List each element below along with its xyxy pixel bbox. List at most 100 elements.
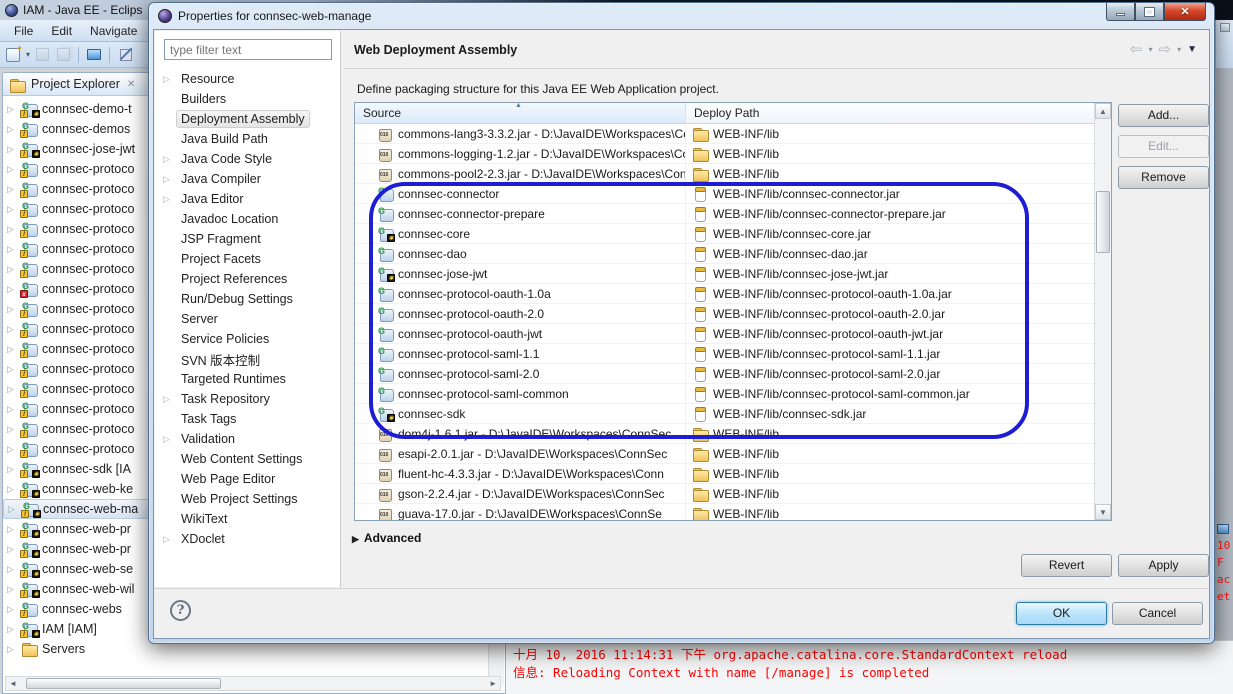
help-button[interactable]: ? (170, 600, 191, 621)
properties-tree-item[interactable]: ▷ Project Facets (157, 249, 339, 269)
assembly-row[interactable]: connsec-protocol-saml-2.0 WEB-INF/lib/co… (355, 364, 1095, 384)
expand-arrow-icon[interactable]: ▷ (7, 144, 17, 155)
expand-arrow-icon[interactable]: ▷ (7, 524, 17, 535)
ok-button[interactable]: OK (1016, 602, 1107, 625)
expand-arrow-icon[interactable]: ▷ (7, 464, 17, 475)
properties-tree-item[interactable]: ▷ SVN 版本控制 (157, 349, 339, 369)
expand-arrow-icon[interactable]: ▷ (7, 184, 17, 195)
expand-arrow-icon[interactable]: ▷ (7, 284, 17, 295)
properties-tree-item[interactable]: ▷ Web Project Settings (157, 489, 339, 509)
expand-arrow-icon[interactable]: ▷ (7, 124, 17, 135)
scrollbar-thumb[interactable] (26, 678, 221, 689)
properties-tree-item[interactable]: ▷ Web Page Editor (157, 469, 339, 489)
expand-arrow-icon[interactable]: ▷ (163, 434, 174, 445)
console-view-icon[interactable] (85, 46, 103, 64)
revert-button[interactable]: Revert (1021, 554, 1112, 577)
expand-arrow-icon[interactable]: ▷ (163, 154, 174, 165)
filter-input[interactable] (164, 39, 332, 60)
expand-arrow-icon[interactable]: ▷ (7, 224, 17, 235)
properties-tree-item[interactable]: ▷ WikiText (157, 509, 339, 529)
expand-arrow-icon[interactable]: ▷ (163, 194, 174, 205)
assembly-row[interactable]: commons-lang3-3.3.2.jar - D:\JavaIDE\Wor… (355, 124, 1095, 144)
assembly-row[interactable]: dom4j-1.6.1.jar - D:\JavaIDE\Workspaces\… (355, 424, 1095, 444)
add-button[interactable]: Add... (1118, 104, 1209, 127)
close-tab-icon[interactable]: ✕ (127, 79, 135, 90)
assembly-row[interactable]: commons-pool2-2.3.jar - D:\JavaIDE\Works… (355, 164, 1095, 184)
column-header-source[interactable]: Source ▲ (355, 103, 686, 123)
properties-tree-item[interactable]: ▷ Deployment Assembly (157, 109, 339, 129)
new-wizard-icon[interactable] (4, 46, 22, 64)
assembly-row[interactable]: connsec-protocol-oauth-1.0a WEB-INF/lib/… (355, 284, 1095, 304)
expand-arrow-icon[interactable]: ▷ (7, 104, 17, 115)
advanced-section[interactable]: ▶Advanced (352, 531, 421, 545)
expand-arrow-icon[interactable]: ▷ (163, 394, 174, 405)
expand-arrow-icon[interactable]: ▷ (7, 384, 17, 395)
expand-arrow-icon[interactable]: ▷ (8, 504, 18, 515)
expand-arrow-icon[interactable]: ▷ (7, 544, 17, 555)
expand-arrow-icon[interactable]: ▷ (7, 244, 17, 255)
scroll-up-icon[interactable]: ▲ (1095, 103, 1111, 119)
assembly-row[interactable]: connsec-jose-jwt WEB-INF/lib/connsec-jos… (355, 264, 1095, 284)
expand-arrow-icon[interactable]: ▷ (7, 164, 17, 175)
scroll-left-icon[interactable]: ◄ (9, 678, 17, 689)
assembly-row[interactable]: connsec-connector WEB-INF/lib/connsec-co… (355, 184, 1095, 204)
cancel-button[interactable]: Cancel (1112, 602, 1203, 625)
properties-tree-item[interactable]: ▷ Task Repository (157, 389, 339, 409)
dialog-titlebar[interactable]: Properties for connsec-web-manage (149, 3, 1214, 29)
expand-arrow-icon[interactable]: ▷ (7, 324, 17, 335)
assembly-row[interactable]: gson-2.2.4.jar - D:\JavaIDE\Workspaces\C… (355, 484, 1095, 504)
expand-arrow-icon[interactable]: ▷ (163, 174, 174, 185)
save-icon[interactable] (33, 46, 51, 64)
properties-tree-item[interactable]: ▷ Java Compiler (157, 169, 339, 189)
explorer-horizontal-scrollbar[interactable]: ◄ ► (5, 676, 501, 691)
assembly-row[interactable]: fluent-hc-4.3.3.jar - D:\JavaIDE\Workspa… (355, 464, 1095, 484)
expand-arrow-icon[interactable]: ▷ (7, 484, 17, 495)
properties-tree-item[interactable]: ▷ Project References (157, 269, 339, 289)
properties-tree-item[interactable]: ▷ Targeted Runtimes (157, 369, 339, 389)
assembly-row[interactable]: connsec-connector-prepare WEB-INF/lib/co… (355, 204, 1095, 224)
properties-tree-item[interactable]: ▷ Validation (157, 429, 339, 449)
remove-button[interactable]: Remove (1118, 166, 1209, 189)
properties-tree-item[interactable]: ▷ Java Editor (157, 189, 339, 209)
expand-arrow-icon[interactable]: ▷ (163, 74, 174, 85)
view-menu-icon[interactable]: ▼ (1187, 44, 1197, 55)
properties-tree-item[interactable]: ▷ Java Code Style (157, 149, 339, 169)
save-all-icon[interactable] (54, 46, 72, 64)
assembly-row[interactable]: connsec-protocol-oauth-jwt WEB-INF/lib/c… (355, 324, 1095, 344)
properties-tree-item[interactable]: ▷ Javadoc Location (157, 209, 339, 229)
column-header-deploy-path[interactable]: Deploy Path (686, 103, 1095, 123)
assembly-row[interactable]: commons-logging-1.2.jar - D:\JavaIDE\Wor… (355, 144, 1095, 164)
close-button[interactable]: ✕ (1164, 3, 1206, 21)
properties-tree-item[interactable]: ▷ Service Policies (157, 329, 339, 349)
maximize-button[interactable] (1135, 3, 1164, 21)
properties-tree-item[interactable]: ▷ XDoclet (157, 529, 339, 549)
back-dropdown-icon[interactable]: ▾ (1148, 45, 1152, 54)
assembly-row[interactable]: connsec-sdk WEB-INF/lib/connsec-sdk.jar (355, 404, 1095, 424)
apply-button[interactable]: Apply (1118, 554, 1209, 577)
table-vertical-scrollbar[interactable]: ▲ ▼ (1094, 103, 1111, 520)
minimize-button[interactable] (1106, 3, 1135, 21)
new-wizard-dropdown-icon[interactable]: ▾ (26, 50, 30, 59)
edit-button[interactable]: Edit... (1118, 135, 1209, 158)
properties-tree-item[interactable]: ▷ Java Build Path (157, 129, 339, 149)
expand-arrow-icon[interactable]: ▷ (7, 624, 17, 635)
assembly-row[interactable]: connsec-protocol-saml-1.1 WEB-INF/lib/co… (355, 344, 1095, 364)
assembly-row[interactable]: connsec-protocol-oauth-2.0 WEB-INF/lib/c… (355, 304, 1095, 324)
expand-arrow-icon[interactable]: ▷ (7, 364, 17, 375)
menu-item[interactable]: File (6, 22, 41, 40)
properties-tree-item[interactable]: ▷ Run/Debug Settings (157, 289, 339, 309)
properties-tree-item[interactable]: ▷ Task Tags (157, 409, 339, 429)
expand-arrow-icon[interactable]: ▷ (7, 264, 17, 275)
expand-arrow-icon[interactable]: ▷ (7, 604, 17, 615)
expand-arrow-icon[interactable]: ▷ (7, 584, 17, 595)
expand-arrow-icon[interactable]: ▷ (163, 534, 174, 545)
scroll-right-icon[interactable]: ► (489, 678, 497, 689)
project-explorer-tab[interactable]: Project Explorer (31, 77, 120, 91)
back-arrow-icon[interactable]: ⇦ (1130, 40, 1143, 58)
expand-arrow-icon[interactable]: ▷ (7, 444, 17, 455)
properties-tree-item[interactable]: ▷ Server (157, 309, 339, 329)
assembly-row[interactable]: esapi-2.0.1.jar - D:\JavaIDE\Workspaces\… (355, 444, 1095, 464)
expand-arrow-icon[interactable]: ▷ (7, 304, 17, 315)
scroll-down-icon[interactable]: ▼ (1095, 504, 1111, 520)
assembly-row[interactable]: connsec-core WEB-INF/lib/connsec-core.ja… (355, 224, 1095, 244)
